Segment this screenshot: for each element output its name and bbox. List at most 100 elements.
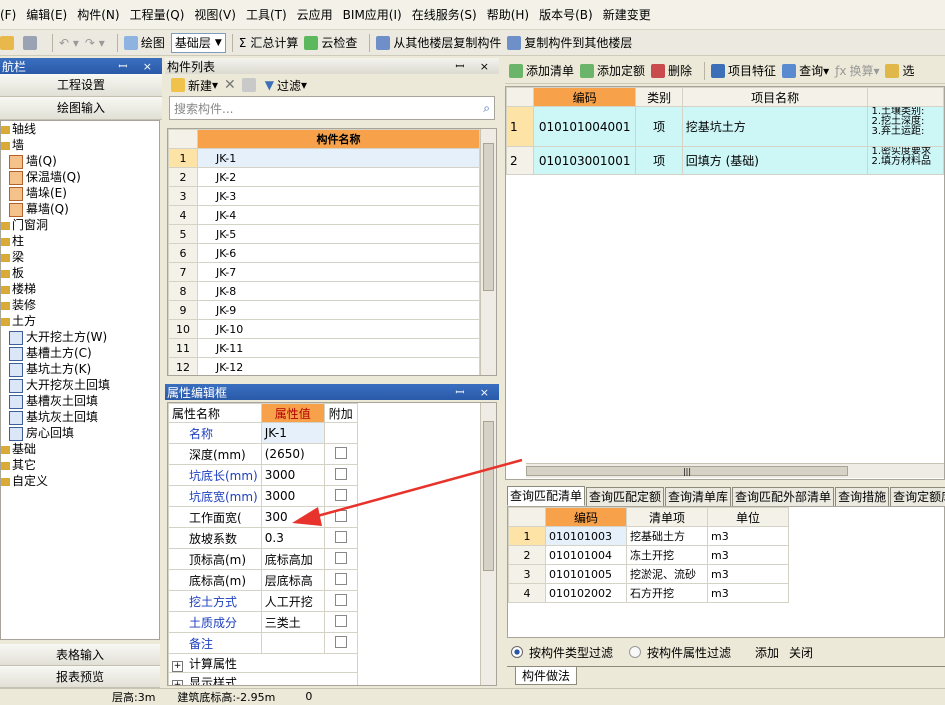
tree-leaf[interactable]: 基槽土方(C) [1, 345, 159, 361]
menu-item[interactable]: 新建变更 [603, 6, 651, 23]
bill-code-cell[interactable]: 010101004001 [532, 106, 637, 147]
attach-cell[interactable] [323, 590, 358, 612]
tree-folder[interactable]: 楼梯 [1, 281, 159, 297]
component-name-cell[interactable]: JK-5 [197, 224, 480, 244]
tree-folder[interactable]: 板 [1, 265, 159, 281]
table-row[interactable]: 7 JK-7 [168, 262, 480, 282]
pin-close-icons[interactable]: ꟷ × [455, 59, 495, 74]
close-button[interactable]: 关闭 [789, 644, 813, 661]
match-row[interactable]: 2 010101004 冻土开挖 m3 [508, 545, 789, 565]
attach-cell[interactable] [323, 464, 358, 486]
attach-checkbox[interactable] [334, 530, 347, 543]
property-value[interactable]: 3000 [260, 464, 325, 486]
menu-item[interactable]: 在线服务(S) [412, 6, 477, 23]
save-icon[interactable] [23, 35, 40, 50]
expand-icon[interactable]: + [172, 679, 183, 685]
table-row[interactable]: 10 JK-10 [168, 319, 480, 339]
property-value[interactable]: 300 [260, 506, 325, 528]
project-settings-button[interactable]: 工程设置 [0, 74, 162, 97]
draw-input-button[interactable]: 绘图输入 [0, 97, 162, 120]
convert-button[interactable]: ƒx 换算 ▾ [835, 62, 879, 79]
add-button[interactable]: 添加 [755, 644, 779, 661]
menu-item[interactable]: 云应用 [297, 6, 333, 23]
component-name-cell[interactable]: JK-4 [197, 205, 480, 225]
tree-folder[interactable]: 装修 [1, 297, 159, 313]
table-input-button[interactable]: 表格输入 [0, 644, 160, 666]
property-row[interactable]: 挖土方式 人工开挖 [168, 590, 358, 612]
pin-close-icons[interactable]: ꟷ × [118, 59, 158, 74]
tree-folder[interactable]: 其它 [1, 457, 159, 473]
match-item-cell[interactable]: 石方开挖 [626, 583, 708, 603]
bill-type-cell[interactable]: 项 [635, 106, 683, 147]
menu-item[interactable]: 工具(T) [246, 6, 287, 23]
tree-folder[interactable]: 基础 [1, 441, 159, 457]
bill-name-cell[interactable]: 挖基坑土方 [681, 106, 869, 147]
bill-type-cell[interactable]: 项 [635, 146, 683, 175]
attach-cell[interactable] [323, 443, 358, 465]
sum-button[interactable]: Σ 汇总计算 [239, 34, 299, 51]
property-row[interactable]: 放坡系数 0.3 [168, 527, 358, 549]
tab-match[interactable]: 查询匹配清单 [507, 486, 586, 506]
menu-item[interactable]: (F) [0, 8, 16, 22]
property-row[interactable]: 深度(mm) (2650) [168, 443, 358, 465]
table-row[interactable]: 1 JK-1 [168, 148, 480, 168]
tree-folder[interactable]: 墙 [1, 137, 159, 153]
component-name-cell[interactable]: JK-6 [197, 243, 480, 263]
tab-match[interactable]: 查询定额库 [890, 487, 945, 506]
tree-leaf[interactable]: 墙垛(E) [1, 185, 159, 201]
scroll-thumb[interactable] [483, 143, 494, 291]
attach-checkbox[interactable] [334, 572, 347, 585]
attach-cell[interactable] [323, 611, 358, 633]
tree-leaf[interactable]: 基槽灰土回填 [1, 393, 159, 409]
match-code-cell[interactable]: 010101004 [545, 545, 627, 565]
table-row[interactable]: 5 JK-5 [168, 224, 480, 244]
match-item-cell[interactable]: 挖基础土方 [626, 526, 708, 546]
tree-folder[interactable]: 柱 [1, 233, 159, 249]
component-name-cell[interactable]: JK-12 [197, 357, 480, 375]
tree-leaf[interactable]: 保温墙(Q) [1, 169, 159, 185]
pin-close-icons[interactable]: ꟷ × [455, 385, 495, 400]
bill-row[interactable]: 2 010103001001 项回填方 (基础) 1.密实度要求 2.填方材料品 [506, 146, 944, 175]
tab-match[interactable]: 查询清单库 [665, 487, 732, 506]
bill-hscrollbar[interactable]: ||| [526, 463, 944, 478]
component-scrollbar[interactable] [480, 129, 496, 375]
attach-checkbox[interactable] [334, 488, 347, 501]
property-row[interactable]: 备注 [168, 632, 358, 654]
bill-name-cell[interactable]: 回填方 (基础) [681, 146, 869, 175]
match-row[interactable]: 4 010102002 石方开挖 m3 [508, 583, 789, 603]
table-row[interactable]: 6 JK-6 [168, 243, 480, 263]
match-row[interactable]: 3 010101005 挖淤泥、流砂 m3 [508, 564, 789, 584]
attach-checkbox[interactable] [334, 467, 347, 480]
attach-checkbox[interactable] [334, 614, 347, 627]
copy-to-floor-button[interactable]: 复制构件到其他楼层 [507, 34, 632, 51]
component-search-input[interactable]: 搜索构件... ⌕ [169, 96, 495, 120]
tree-folder[interactable]: 自定义 [1, 473, 159, 489]
bill-row[interactable]: 1 010101004001 项挖基坑土方 1.土壤类别: 2.挖土深度: 3.弃土运距: [506, 106, 944, 147]
undo-icon[interactable]: ↶ ▾ [59, 36, 79, 50]
property-value[interactable]: JK-1 [260, 422, 325, 444]
component-name-cell[interactable]: JK-8 [197, 281, 480, 301]
tree-folder[interactable]: 门窗洞 [1, 217, 159, 233]
attach-checkbox[interactable] [334, 593, 347, 606]
tab-match[interactable]: 查询匹配定额 [586, 487, 665, 506]
menu-item[interactable]: 构件(N) [77, 6, 119, 23]
attach-checkbox[interactable] [334, 551, 347, 564]
radio-by-type[interactable]: 按构件类型过滤 [511, 644, 613, 661]
expand-icon[interactable]: + [172, 660, 183, 672]
property-row[interactable]: 坑底长(mm) 3000 [168, 464, 358, 486]
table-row[interactable]: 8 JK-8 [168, 281, 480, 301]
select-button[interactable]: 选 [885, 62, 915, 79]
tree-leaf[interactable]: 大开挖灰土回填 [1, 377, 159, 393]
menu-item[interactable]: 帮助(H) [487, 6, 529, 23]
match-unit-cell[interactable]: m3 [707, 545, 789, 565]
match-code-cell[interactable]: 010101005 [545, 564, 627, 584]
tree-leaf[interactable]: 基坑土方(K) [1, 361, 159, 377]
cloud-check-button[interactable]: 云检查 [304, 34, 357, 51]
attach-cell[interactable] [323, 527, 358, 549]
component-name-cell[interactable]: JK-7 [197, 262, 480, 282]
tree-folder[interactable]: 梁 [1, 249, 159, 265]
property-row[interactable]: 名称 JK-1 [168, 422, 358, 444]
tab-match[interactable]: 查询措施 [835, 487, 890, 506]
attach-checkbox[interactable] [334, 446, 347, 459]
match-unit-cell[interactable]: m3 [707, 564, 789, 584]
